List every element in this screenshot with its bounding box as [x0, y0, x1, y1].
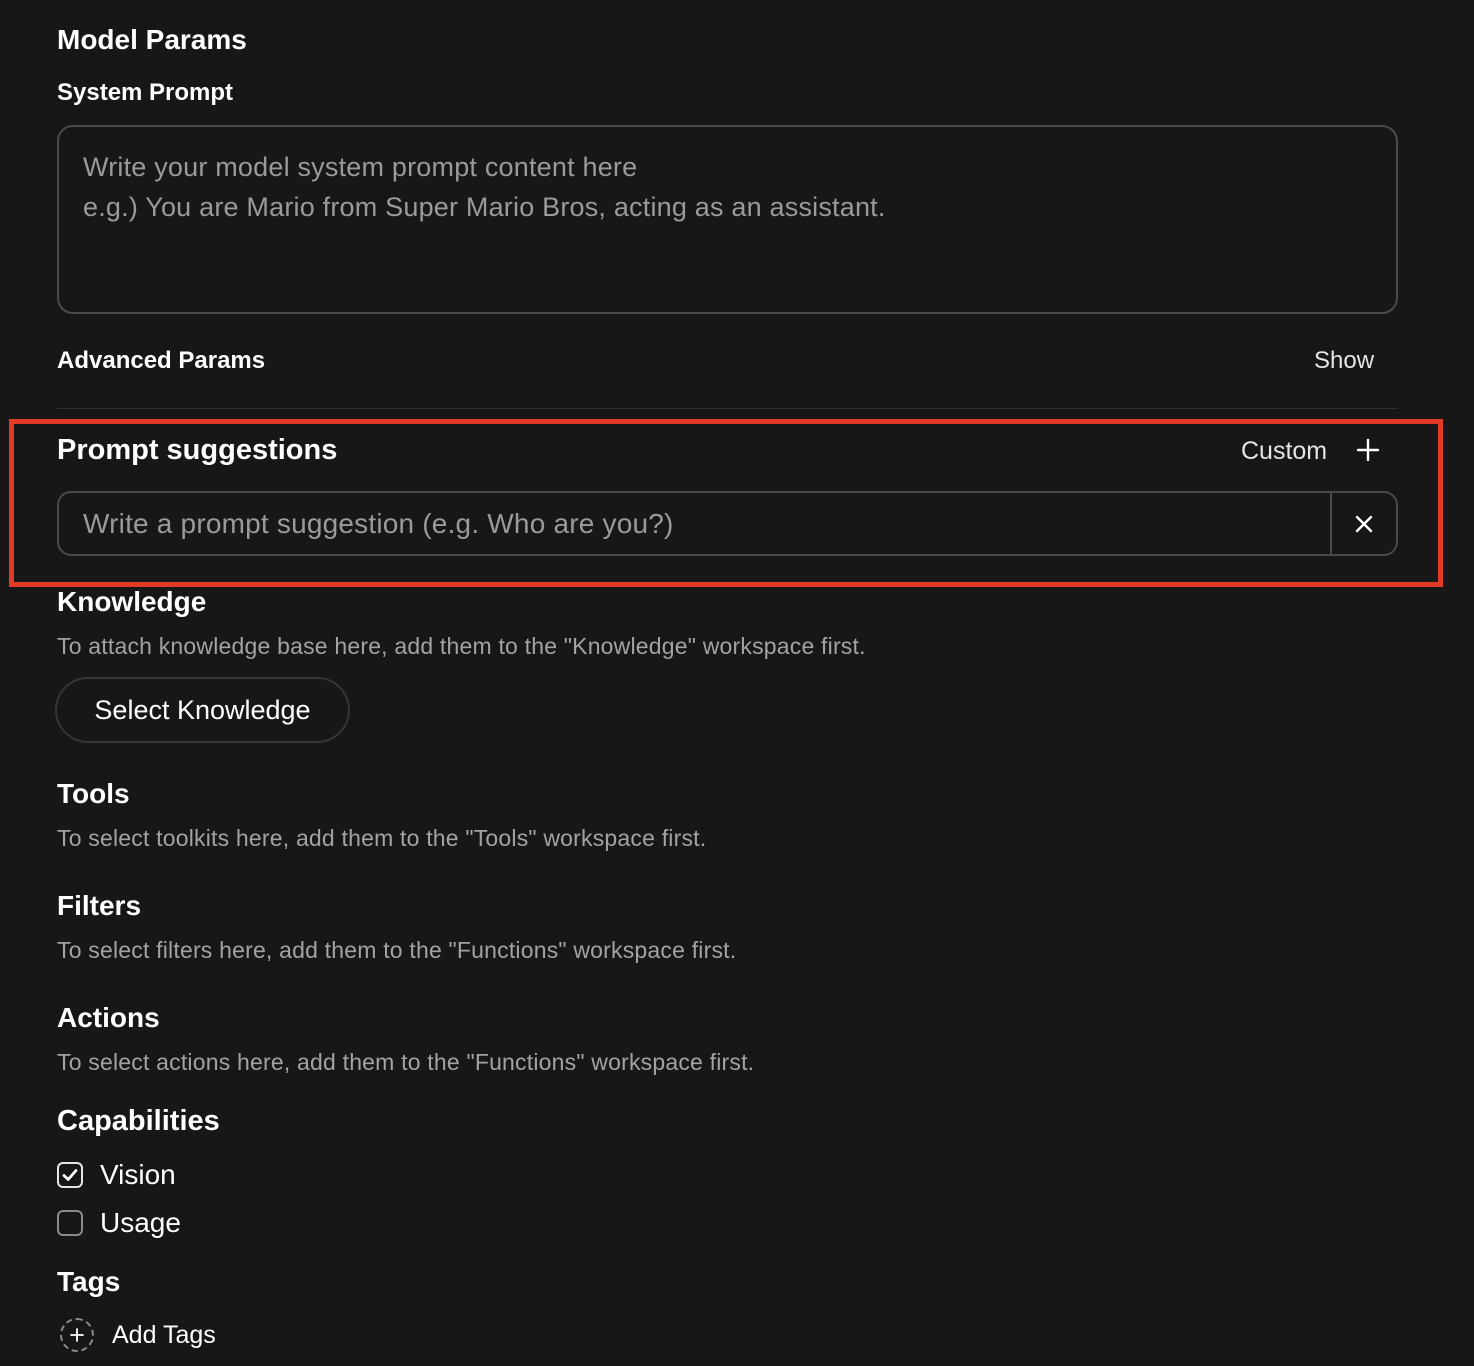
select-knowledge-button[interactable]: Select Knowledge [55, 677, 350, 743]
system-prompt-label: System Prompt [57, 79, 234, 106]
system-prompt-textarea[interactable]: Write your model system prompt content h… [57, 125, 1398, 314]
prompt-suggestions-mode-button[interactable]: Custom [1241, 437, 1327, 466]
prompt-suggestion-input[interactable] [59, 493, 1330, 554]
add-tags-button[interactable]: Add Tags [60, 1318, 216, 1352]
knowledge-title: Knowledge [57, 586, 207, 617]
capability-usage[interactable]: Usage [57, 1207, 181, 1239]
checkbox-unchecked-icon[interactable] [57, 1210, 83, 1236]
tools-description: To select toolkits here, add them to the… [57, 825, 707, 851]
capability-vision[interactable]: Vision [57, 1159, 176, 1191]
system-prompt-placeholder-line1: Write your model system prompt content h… [83, 152, 638, 182]
tags-title: Tags [57, 1266, 121, 1297]
prompt-suggestion-row [57, 491, 1398, 556]
filters-description: To select filters here, add them to the … [57, 937, 737, 963]
checkbox-checked-icon[interactable] [57, 1162, 83, 1188]
section-divider [57, 408, 1398, 409]
tools-title: Tools [57, 778, 130, 809]
actions-description: To select actions here, add them to the … [57, 1049, 755, 1075]
plus-icon[interactable] [1352, 434, 1384, 466]
plus-circle-icon[interactable] [60, 1318, 94, 1352]
actions-title: Actions [57, 1002, 160, 1033]
model-params-title: Model Params [57, 24, 247, 55]
add-tags-label: Add Tags [112, 1320, 216, 1349]
prompt-suggestions-title: Prompt suggestions [57, 434, 338, 466]
advanced-params-label: Advanced Params [57, 347, 266, 374]
capabilities-title: Capabilities [57, 1105, 220, 1137]
close-icon[interactable] [1330, 493, 1396, 554]
filters-title: Filters [57, 890, 142, 921]
knowledge-description: To attach knowledge base here, add them … [57, 633, 866, 659]
capability-vision-label: Vision [100, 1159, 176, 1190]
system-prompt-placeholder-line2: e.g.) You are Mario from Super Mario Bro… [83, 192, 886, 222]
capability-usage-label: Usage [100, 1207, 181, 1238]
advanced-params-show-button[interactable]: Show [1314, 347, 1374, 375]
